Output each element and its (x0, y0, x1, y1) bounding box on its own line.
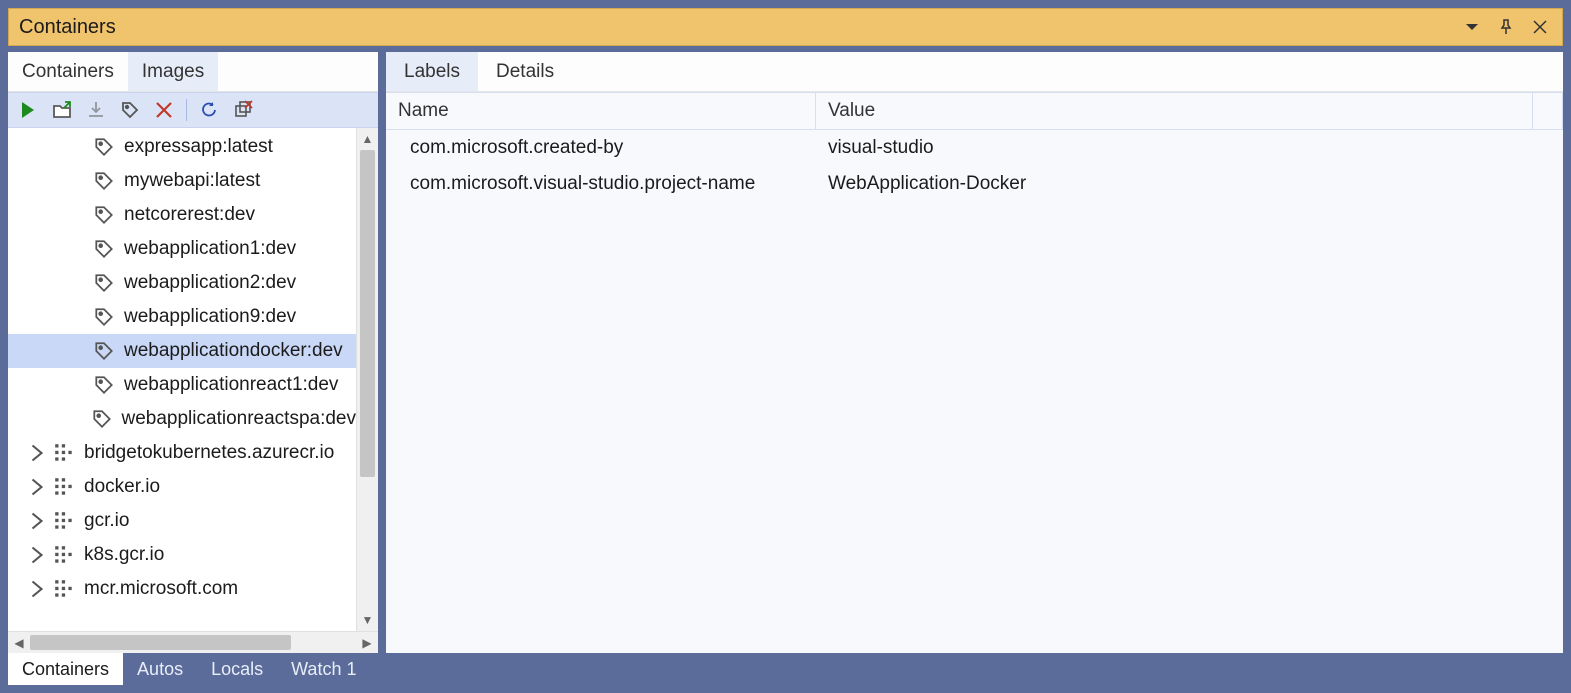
titlebar: Containers (8, 8, 1563, 46)
image-item[interactable]: webapplicationreactspa:dev (8, 402, 356, 436)
tag-icon (92, 169, 116, 193)
bottom-tab-autos[interactable]: Autos (123, 653, 197, 685)
refresh-button[interactable] (195, 96, 223, 124)
column-end (1533, 93, 1563, 129)
bottom-tab-locals[interactable]: Locals (197, 653, 277, 685)
run-button[interactable] (14, 96, 42, 124)
registry-item[interactable]: gcr.io (8, 504, 356, 538)
tab-labels[interactable]: Labels (386, 52, 478, 91)
tree-item-label: mcr.microsoft.com (84, 578, 238, 600)
label-name-cell: com.microsoft.created-by (386, 137, 816, 159)
labels-grid: Name Value com.microsoft.created-byvisua… (386, 92, 1563, 653)
open-button[interactable] (48, 96, 76, 124)
tree-item-label: webapplicationdocker:dev (124, 340, 343, 362)
tag-icon (92, 339, 116, 363)
scroll-thumb[interactable] (360, 150, 375, 477)
label-name-cell: com.microsoft.visual-studio.project-name (386, 173, 816, 195)
tag-button[interactable] (116, 96, 144, 124)
tool-window: Containers Containers Images (8, 8, 1563, 685)
registry-item[interactable]: docker.io (8, 470, 356, 504)
tag-icon (91, 407, 114, 431)
grid-header: Name Value (386, 92, 1563, 130)
tab-containers[interactable]: Containers (8, 52, 128, 91)
tree-item-label: expressapp:latest (124, 136, 273, 158)
scroll-up-icon[interactable]: ▲ (357, 128, 378, 150)
grid-body: com.microsoft.created-byvisual-studiocom… (386, 130, 1563, 653)
registry-icon (52, 543, 76, 567)
column-value[interactable]: Value (816, 93, 1533, 129)
vertical-scrollbar[interactable]: ▲ ▼ (356, 128, 378, 631)
image-item[interactable]: mywebapi:latest (8, 164, 356, 198)
tag-icon (92, 271, 116, 295)
bottom-tab-containers[interactable]: Containers (8, 653, 123, 685)
registry-item[interactable]: mcr.microsoft.com (8, 572, 356, 606)
image-item[interactable]: webapplicationreact1:dev (8, 368, 356, 402)
tree-viewport: expressapp:latest mywebapi:latest netcorer… (8, 128, 378, 631)
download-button[interactable] (82, 96, 110, 124)
horizontal-scrollbar[interactable]: ◀ ▶ (8, 631, 378, 653)
tree-item-label: bridgetokubernetes.azurecr.io (84, 442, 334, 464)
image-item[interactable]: netcorerest:dev (8, 198, 356, 232)
table-row[interactable]: com.microsoft.visual-studio.project-name… (386, 166, 1563, 202)
scroll-down-icon[interactable]: ▼ (357, 609, 378, 631)
registry-item[interactable]: bridgetokubernetes.azurecr.io (8, 436, 356, 470)
tree-item-label: netcorerest:dev (124, 204, 255, 226)
tree-item-label: k8s.gcr.io (84, 544, 164, 566)
toolbar-separator (186, 99, 187, 121)
toolbar (8, 92, 378, 128)
window-options-button[interactable] (1460, 15, 1484, 39)
left-tabs: Containers Images (8, 52, 378, 92)
delete-button[interactable] (150, 96, 178, 124)
expand-icon[interactable] (28, 546, 46, 564)
tree-item-label: webapplication9:dev (124, 306, 296, 328)
hscroll-thumb[interactable] (30, 635, 291, 650)
window-title: Containers (19, 16, 1450, 39)
right-tabs: Labels Details (386, 52, 1563, 92)
scroll-right-icon[interactable]: ▶ (356, 632, 378, 653)
tag-icon (92, 373, 116, 397)
label-value-cell: visual-studio (816, 137, 1563, 159)
tag-icon (92, 305, 116, 329)
tab-details[interactable]: Details (478, 52, 572, 91)
registry-icon (52, 475, 76, 499)
column-name[interactable]: Name (386, 93, 816, 129)
bottom-tabs: Containers Autos Locals Watch 1 (8, 653, 1563, 685)
tab-images[interactable]: Images (128, 52, 218, 91)
label-value-cell: WebApplication-Docker (816, 173, 1563, 195)
image-item[interactable]: webapplication9:dev (8, 300, 356, 334)
tree-item-label: mywebapi:latest (124, 170, 260, 192)
registry-item[interactable]: k8s.gcr.io (8, 538, 356, 572)
bottom-tab-watch1[interactable]: Watch 1 (277, 653, 370, 685)
tag-icon (92, 135, 116, 159)
tree-item-label: gcr.io (84, 510, 129, 532)
image-item[interactable]: webapplication2:dev (8, 266, 356, 300)
tree-item-label: webapplicationreact1:dev (124, 374, 338, 396)
content-area: Containers Images (8, 46, 1563, 653)
scroll-left-icon[interactable]: ◀ (8, 632, 30, 653)
expand-icon[interactable] (28, 478, 46, 496)
tree-item-label: docker.io (84, 476, 160, 498)
prune-button[interactable] (229, 96, 257, 124)
image-tree[interactable]: expressapp:latest mywebapi:latest netcorer… (8, 128, 356, 631)
registry-icon (52, 577, 76, 601)
table-row[interactable]: com.microsoft.created-byvisual-studio (386, 130, 1563, 166)
tag-icon (92, 237, 116, 261)
left-panel: Containers Images (8, 52, 378, 653)
pin-button[interactable] (1494, 15, 1518, 39)
registry-icon (52, 441, 76, 465)
right-panel: Labels Details Name Value com.microsoft.… (386, 52, 1563, 653)
close-button[interactable] (1528, 15, 1552, 39)
tree-item-label: webapplication1:dev (124, 238, 296, 260)
registry-icon (52, 509, 76, 533)
tag-icon (92, 203, 116, 227)
tree-item-label: webapplication2:dev (124, 272, 296, 294)
image-item[interactable]: webapplicationdocker:dev (8, 334, 356, 368)
expand-icon[interactable] (28, 444, 46, 462)
tree-item-label: webapplicationreactspa:dev (122, 408, 357, 430)
expand-icon[interactable] (28, 512, 46, 530)
image-item[interactable]: expressapp:latest (8, 130, 356, 164)
expand-icon[interactable] (28, 580, 46, 598)
image-item[interactable]: webapplication1:dev (8, 232, 356, 266)
